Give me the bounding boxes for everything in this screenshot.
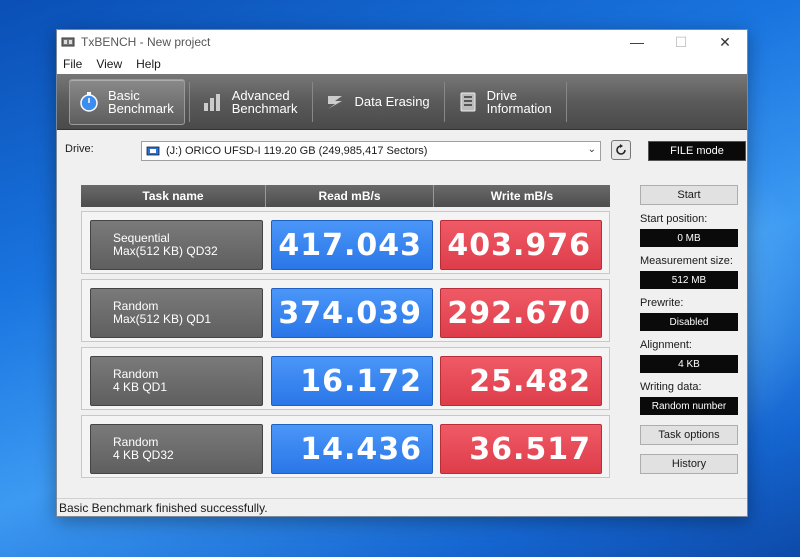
close-button[interactable]: ✕	[703, 30, 747, 54]
window-controls: — ☐ ✕	[615, 30, 747, 54]
toolbar-divider	[565, 81, 567, 122]
drive-select-value: (J:) ORICO UFSD-I 119.20 GB (249,985,417…	[166, 145, 428, 157]
writing-data-value[interactable]: Random number	[640, 397, 738, 415]
task-button[interactable]: Sequential Max(512 KB) QD32	[90, 220, 263, 270]
measurement-size-value[interactable]: 512 MB	[640, 271, 738, 289]
alignment-value[interactable]: 4 KB	[640, 355, 738, 373]
tab-advanced-line2: Benchmark	[231, 100, 298, 116]
tab-basic-line2: Benchmark	[108, 100, 174, 116]
window-title: TxBENCH - New project	[81, 35, 211, 49]
eraser-icon	[325, 91, 347, 113]
task-name-line2: 4 KB QD32	[113, 448, 174, 462]
status-text: Basic Benchmark finished successfully.	[59, 500, 268, 515]
benchmark-row-random-4k-qd1: Random 4 KB QD1 16.172 25.482	[81, 347, 610, 410]
menu-help[interactable]: Help	[136, 57, 161, 71]
tab-data-erasing-label: Data Erasing	[354, 94, 430, 109]
start-button[interactable]: Start	[640, 185, 738, 205]
drive-label: Drive:	[65, 143, 94, 155]
toolbar-divider	[443, 81, 445, 122]
status-bar: Basic Benchmark finished successfully.	[57, 498, 747, 516]
settings-panel: Start Start position: 0 MB Measurement s…	[640, 185, 738, 474]
tab-data-erasing[interactable]: Data Erasing	[317, 79, 440, 125]
chevron-down-icon: ⌄	[587, 144, 596, 155]
alignment-label: Alignment:	[640, 339, 692, 351]
menu-file[interactable]: File	[63, 57, 82, 71]
bar-chart-icon	[202, 91, 224, 113]
app-icon	[61, 37, 75, 47]
tab-basic-line1: Basic	[108, 87, 140, 103]
benchmark-grid: Task name Read mB/s Write mB/s Sequentia…	[81, 185, 610, 478]
benchmark-row-random-512: Random Max(512 KB) QD1 374.039 292.670	[81, 279, 610, 342]
refresh-icon	[616, 144, 626, 155]
header-task-name: Task name	[81, 185, 266, 207]
write-value: 25.482	[440, 356, 602, 406]
prewrite-value[interactable]: Disabled	[640, 313, 738, 331]
minimize-button[interactable]: —	[615, 30, 659, 54]
maximize-button[interactable]: ☐	[659, 30, 703, 54]
writing-data-label: Writing data:	[640, 381, 702, 393]
drive-row: Drive: (J:) ORICO UFSD-I 119.20 GB (249,…	[65, 140, 746, 165]
measurement-size-label: Measurement size:	[640, 255, 733, 267]
task-button[interactable]: Random 4 KB QD32	[90, 424, 263, 474]
task-name-line2: 4 KB QD1	[113, 380, 168, 394]
benchmark-row-random-4k-qd32: Random 4 KB QD32 14.436 36.517	[81, 415, 610, 478]
toolbar-divider	[311, 81, 313, 122]
task-name-line2: Max(512 KB) QD32	[113, 244, 218, 258]
tab-advanced-line1: Advanced	[231, 87, 290, 103]
read-value: 374.039	[271, 288, 433, 338]
tab-drive-information[interactable]: Drive Information	[449, 79, 562, 125]
read-value: 417.043	[271, 220, 433, 270]
main-toolbar: Basic Benchmark Advanced Benchmark Data …	[57, 74, 747, 130]
task-button[interactable]: Random Max(512 KB) QD1	[90, 288, 263, 338]
history-button[interactable]: History	[640, 454, 738, 474]
drive-select[interactable]: (J:) ORICO UFSD-I 119.20 GB (249,985,417…	[141, 141, 601, 161]
stopwatch-icon	[78, 91, 100, 113]
header-read: Read mB/s	[266, 185, 434, 207]
tab-drive-line2: Information	[486, 100, 552, 116]
tab-drive-line1: Drive	[486, 87, 517, 103]
start-position-value[interactable]: 0 MB	[640, 229, 738, 247]
grid-header: Task name Read mB/s Write mB/s	[81, 185, 610, 207]
write-value: 292.670	[440, 288, 602, 338]
drive-info-icon	[457, 91, 479, 113]
write-value: 403.976	[440, 220, 602, 270]
txbench-window: TxBENCH - New project — ☐ ✕ File View He…	[56, 29, 748, 517]
start-position-label: Start position:	[640, 213, 708, 225]
usb-drive-icon	[146, 146, 160, 156]
menu-view[interactable]: View	[96, 57, 122, 71]
tab-advanced-benchmark[interactable]: Advanced Benchmark	[194, 79, 308, 125]
benchmark-row-seq: Sequential Max(512 KB) QD32 417.043 403.…	[81, 211, 610, 274]
toolbar-divider	[188, 81, 190, 122]
read-value: 14.436	[271, 424, 433, 474]
task-options-button[interactable]: Task options	[640, 425, 738, 445]
read-value: 16.172	[271, 356, 433, 406]
file-mode-button[interactable]: FILE mode	[648, 141, 746, 161]
title-bar[interactable]: TxBENCH - New project — ☐ ✕	[57, 30, 747, 54]
tab-basic-benchmark[interactable]: Basic Benchmark	[69, 78, 185, 125]
header-write: Write mB/s	[490, 189, 554, 203]
prewrite-label: Prewrite:	[640, 297, 684, 309]
menu-bar: File View Help	[57, 54, 747, 74]
refresh-button[interactable]	[611, 140, 631, 160]
task-button[interactable]: Random 4 KB QD1	[90, 356, 263, 406]
write-value: 36.517	[440, 424, 602, 474]
task-name-line2: Max(512 KB) QD1	[113, 312, 212, 326]
